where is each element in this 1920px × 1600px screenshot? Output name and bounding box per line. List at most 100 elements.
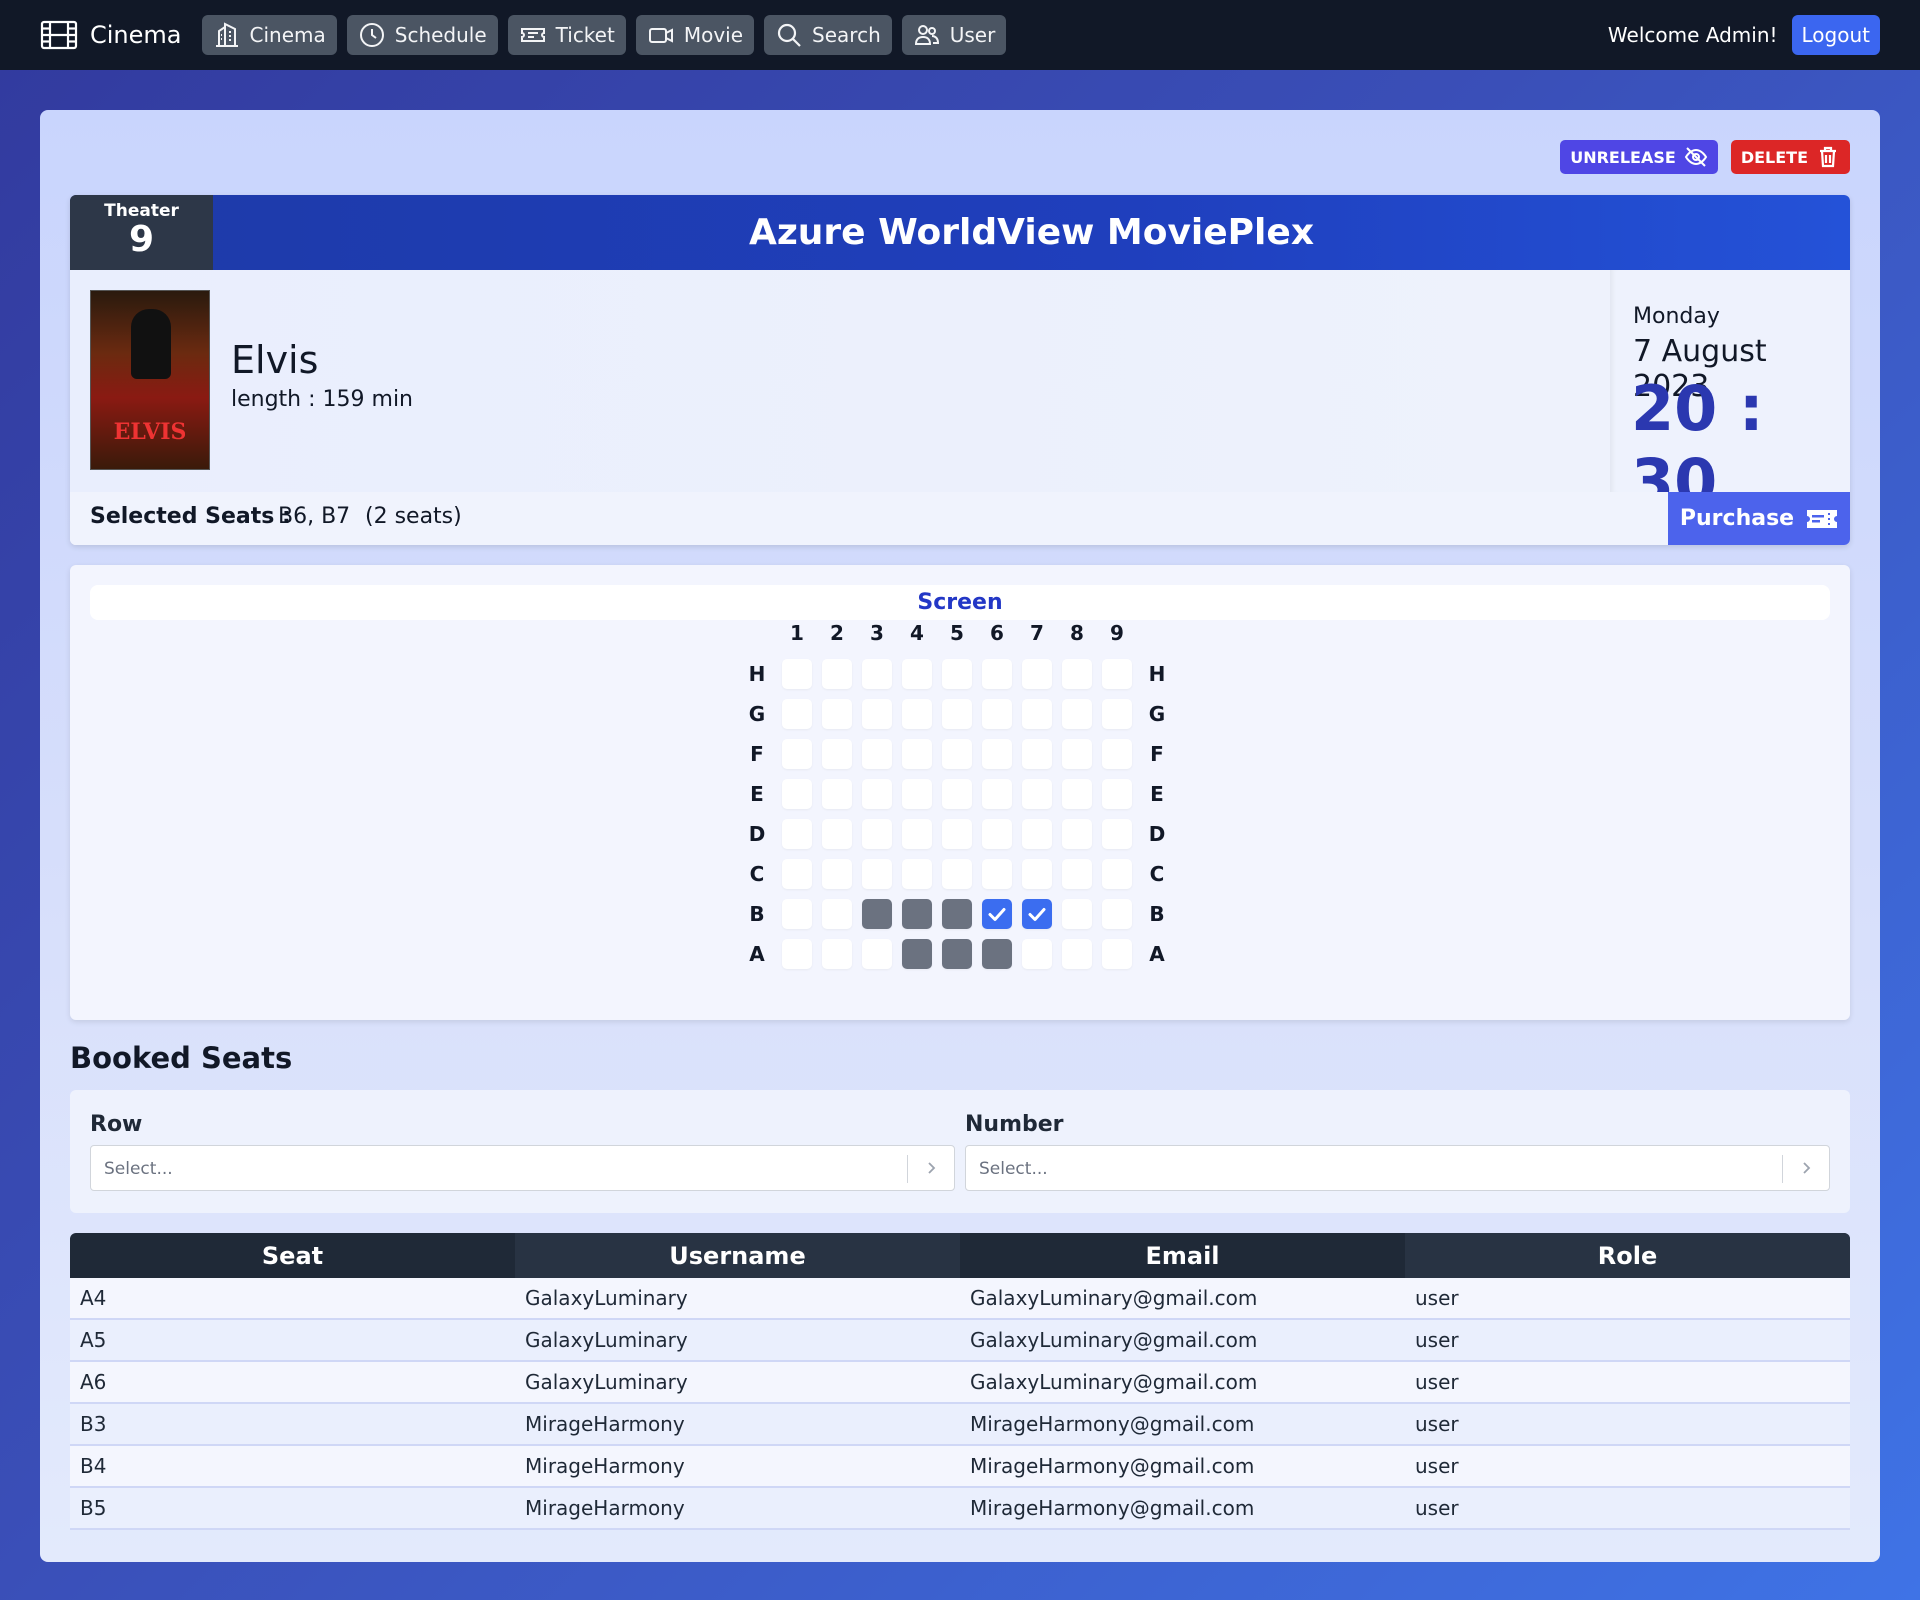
seat-available[interactable] (862, 779, 892, 809)
purchase-button[interactable]: Purchase (1668, 492, 1850, 545)
nav-user[interactable]: User (901, 15, 1007, 55)
seat-available[interactable] (942, 659, 972, 689)
seat-available[interactable] (1062, 739, 1092, 769)
seat-available[interactable] (782, 859, 812, 889)
seat-available[interactable] (1062, 699, 1092, 729)
seat-selected[interactable] (1022, 899, 1052, 929)
column-header-email: Email (1145, 1241, 1220, 1270)
seat-available[interactable] (982, 779, 1012, 809)
seat-available[interactable] (862, 859, 892, 889)
seat-available[interactable] (862, 819, 892, 849)
seat-available[interactable] (1102, 819, 1132, 849)
cell-role: user (1415, 1412, 1459, 1436)
seat-available[interactable] (982, 819, 1012, 849)
seat-available[interactable] (902, 699, 932, 729)
seat-available[interactable] (822, 659, 852, 689)
seat-available[interactable] (902, 859, 932, 889)
seat-available[interactable] (902, 779, 932, 809)
seat-available[interactable] (782, 739, 812, 769)
seat-available[interactable] (782, 899, 812, 929)
seat-available[interactable] (1102, 779, 1132, 809)
seat-available[interactable] (1102, 899, 1132, 929)
seat-available[interactable] (862, 659, 892, 689)
nav-cinema[interactable]: Cinema (201, 15, 337, 55)
seat-available[interactable] (862, 739, 892, 769)
seat-available[interactable] (942, 739, 972, 769)
booked-seats-table: Seat Username Email Role A4 GalaxyLumina… (70, 1233, 1850, 1530)
seat-available[interactable] (1022, 739, 1052, 769)
unrelease-button[interactable]: UNRELEASE (1560, 140, 1718, 174)
seat-available[interactable] (1022, 939, 1052, 969)
seat-available[interactable] (1102, 659, 1132, 689)
seat-available[interactable] (862, 939, 892, 969)
seat-available[interactable] (782, 819, 812, 849)
seat-available[interactable] (1062, 899, 1092, 929)
seat-booked (902, 899, 932, 929)
seat-available[interactable] (822, 939, 852, 969)
seat-available[interactable] (822, 779, 852, 809)
seat-available[interactable] (1022, 859, 1052, 889)
brand[interactable]: Cinema (40, 19, 182, 51)
seat-available[interactable] (902, 739, 932, 769)
seat-available[interactable] (942, 699, 972, 729)
seat-available[interactable] (782, 699, 812, 729)
chevron-right-icon[interactable] (920, 1157, 942, 1179)
delete-button[interactable]: DELETE (1730, 140, 1850, 174)
seat-available[interactable] (822, 859, 852, 889)
table-row[interactable]: A5 GalaxyLuminary GalaxyLuminary@gmail.c… (70, 1320, 1850, 1362)
row-select[interactable]: Select... (90, 1145, 955, 1191)
seat-available[interactable] (1102, 699, 1132, 729)
seat-available[interactable] (862, 699, 892, 729)
seat-available[interactable] (1062, 859, 1092, 889)
seat-available[interactable] (782, 939, 812, 969)
seat-available[interactable] (942, 859, 972, 889)
seat-available[interactable] (822, 699, 852, 729)
table-row[interactable]: B5 MirageHarmony MirageHarmony@gmail.com… (70, 1488, 1850, 1530)
seat-available[interactable] (782, 659, 812, 689)
row-label-right: B (1149, 902, 1165, 926)
seat-available[interactable] (902, 659, 932, 689)
seat-available[interactable] (1062, 939, 1092, 969)
seat-available[interactable] (822, 899, 852, 929)
seat-available[interactable] (1022, 699, 1052, 729)
seat-available[interactable] (942, 819, 972, 849)
cinema-name: Azure WorldView MoviePlex (748, 212, 1315, 253)
seat-available[interactable] (902, 819, 932, 849)
movie-poster[interactable]: ELVIS (90, 290, 210, 470)
table-row[interactable]: A6 GalaxyLuminary GalaxyLuminary@gmail.c… (70, 1362, 1850, 1404)
chevron-right-icon[interactable] (1795, 1157, 1817, 1179)
seat-selected[interactable] (982, 899, 1012, 929)
seat-available[interactable] (1102, 859, 1132, 889)
nav-schedule[interactable]: Schedule (346, 15, 498, 55)
table-row[interactable]: B3 MirageHarmony MirageHarmony@gmail.com… (70, 1404, 1850, 1446)
row-label-left: G (748, 702, 766, 726)
seat-available[interactable] (822, 819, 852, 849)
nav-ticket[interactable]: Ticket (507, 15, 626, 55)
number-select[interactable]: Select... (965, 1145, 1830, 1191)
seat-available[interactable] (1062, 779, 1092, 809)
nav-movie[interactable]: Movie (635, 15, 755, 55)
table-row[interactable]: B4 MirageHarmony MirageHarmony@gmail.com… (70, 1446, 1850, 1488)
seat-available[interactable] (1062, 659, 1092, 689)
seat-available[interactable] (1022, 659, 1052, 689)
nav-search[interactable]: Search (764, 15, 892, 55)
row-label-right: D (1148, 822, 1166, 846)
seat-available[interactable] (822, 739, 852, 769)
seat-available[interactable] (982, 859, 1012, 889)
seat-available[interactable] (782, 779, 812, 809)
seat-available[interactable] (1022, 819, 1052, 849)
cell-role: user (1415, 1328, 1459, 1352)
seat-available[interactable] (1102, 939, 1132, 969)
seat-available[interactable] (982, 659, 1012, 689)
selected-seats-label: Selected Seats : (90, 504, 291, 529)
table-row[interactable]: A4 GalaxyLuminary GalaxyLuminary@gmail.c… (70, 1278, 1850, 1320)
logout-button[interactable]: Logout (1791, 15, 1880, 55)
seat-available[interactable] (1102, 739, 1132, 769)
users-icon (914, 25, 939, 45)
seat-available[interactable] (1022, 779, 1052, 809)
seat-available[interactable] (982, 739, 1012, 769)
seat-available[interactable] (1062, 819, 1092, 849)
seat-available[interactable] (942, 779, 972, 809)
seat-available[interactable] (982, 699, 1012, 729)
eye-slash-icon (1684, 147, 1707, 167)
